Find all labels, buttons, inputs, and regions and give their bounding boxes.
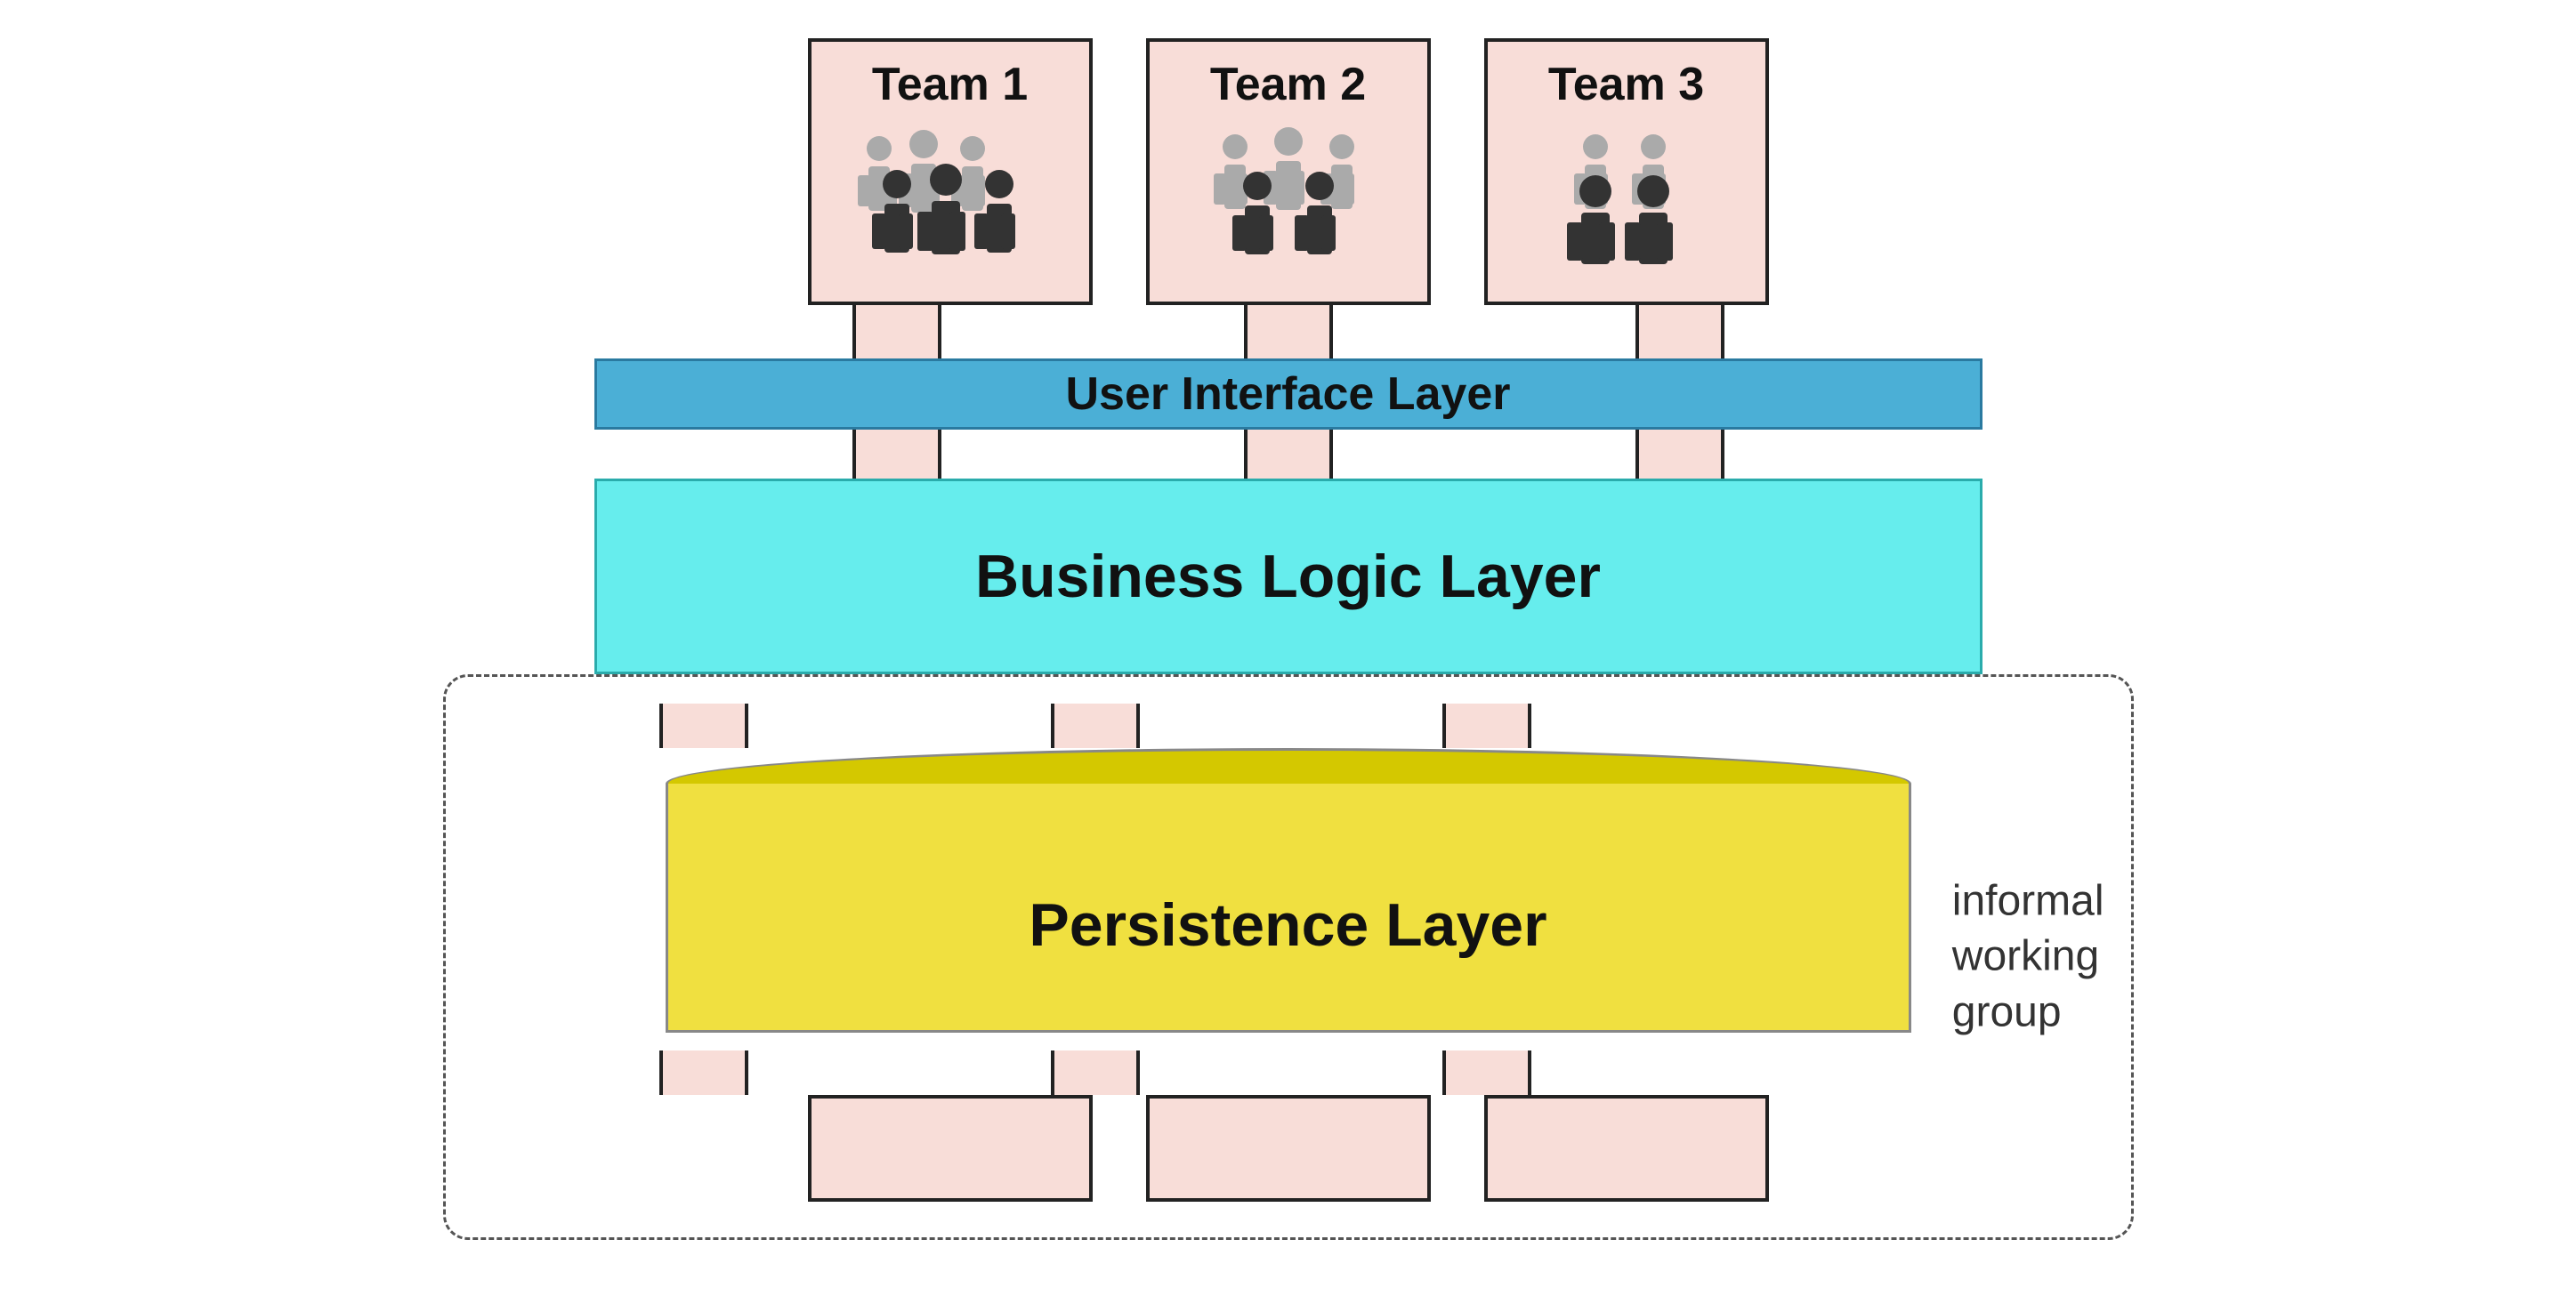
pink-block-bll-p-3 bbox=[1442, 704, 1531, 748]
bll-layer: Business Logic Layer bbox=[594, 479, 1982, 674]
architecture-diagram: Team 1 bbox=[310, 38, 2267, 1266]
team-1-box: Team 1 bbox=[808, 38, 1093, 305]
pink-block-2 bbox=[1244, 305, 1333, 358]
pink-block-3 bbox=[1635, 305, 1724, 358]
team-1-people-icon bbox=[852, 122, 1048, 264]
team-1-label: Team 1 bbox=[872, 58, 1028, 111]
informal-line1: informal bbox=[1952, 877, 2104, 924]
bll-layer-label: Business Logic Layer bbox=[975, 542, 1601, 611]
informal-line2: working bbox=[1952, 933, 2099, 980]
team-2-people bbox=[1199, 122, 1377, 264]
persistence-layer-label: Persistence Layer bbox=[1029, 890, 1546, 960]
conn-ui-bll-3 bbox=[1511, 430, 1849, 479]
persistence-cylinder: Persistence Layer bbox=[666, 748, 1911, 1050]
conn-2 bbox=[1119, 305, 1458, 358]
bottom-box-1 bbox=[808, 1095, 1093, 1202]
pink-block-bll-p-1 bbox=[659, 704, 748, 748]
connectors-bll-persistence bbox=[508, 704, 1896, 748]
connectors-teams-to-ui bbox=[594, 305, 1982, 358]
team-2-people-icon bbox=[1199, 122, 1377, 264]
connectors-ui-to-bll bbox=[594, 430, 1982, 479]
ui-layer-label: User Interface Layer bbox=[1065, 367, 1510, 421]
ui-layer: User Interface Layer bbox=[594, 358, 1982, 430]
conn-ui-bll-2 bbox=[1119, 430, 1458, 479]
pink-block-ui-bll-1 bbox=[852, 430, 941, 479]
persistence-section: Persistence Layer informal working gr bbox=[443, 674, 2134, 1240]
conn-bll-p-3 bbox=[1318, 704, 1656, 748]
conn-1 bbox=[728, 305, 1066, 358]
pink-block-ui-bll-3 bbox=[1635, 430, 1724, 479]
team-2-box: Team 2 bbox=[1146, 38, 1431, 305]
cylinder-body: Persistence Layer bbox=[666, 784, 1911, 1033]
conn-bottom-1 bbox=[535, 1050, 873, 1095]
team-2-label: Team 2 bbox=[1210, 58, 1366, 111]
team-3-box: Team 3 bbox=[1484, 38, 1769, 305]
teams-row: Team 1 bbox=[781, 38, 1796, 305]
team-1-people bbox=[852, 122, 1048, 264]
conn-bll-p-2 bbox=[926, 704, 1264, 748]
bottom-box-3 bbox=[1484, 1095, 1769, 1202]
bottom-box-2 bbox=[1146, 1095, 1431, 1202]
pink-block-ui-bll-2 bbox=[1244, 430, 1333, 479]
pink-block-bottom-2 bbox=[1051, 1050, 1140, 1095]
bottom-boxes-row bbox=[481, 1095, 2096, 1202]
conn-ui-bll-1 bbox=[728, 430, 1066, 479]
informal-line3: group bbox=[1952, 988, 2062, 1035]
conn-bll-p-1 bbox=[535, 704, 873, 748]
team-3-people-icon bbox=[1546, 122, 1707, 264]
conn-bottom-3 bbox=[1318, 1050, 1656, 1095]
conn-bottom-2 bbox=[926, 1050, 1264, 1095]
conn-3 bbox=[1511, 305, 1849, 358]
bottom-connectors bbox=[508, 1050, 1896, 1095]
team-3-people bbox=[1546, 122, 1707, 264]
pink-block-bottom-1 bbox=[659, 1050, 748, 1095]
team-3-label: Team 3 bbox=[1548, 58, 1704, 111]
pink-block-1 bbox=[852, 305, 941, 358]
pink-block-bll-p-2 bbox=[1051, 704, 1140, 748]
informal-group-label: informal working group bbox=[1952, 873, 2104, 1040]
pink-block-bottom-3 bbox=[1442, 1050, 1531, 1095]
